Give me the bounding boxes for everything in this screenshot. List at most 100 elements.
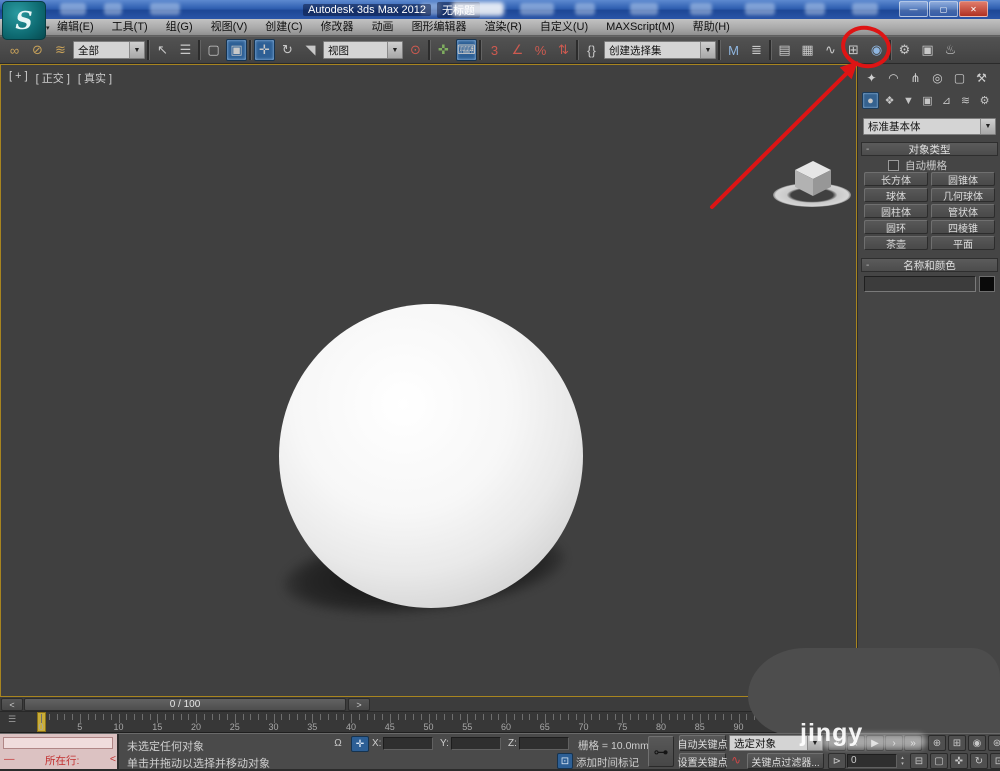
auto-key-button[interactable]: 自动关键点 xyxy=(679,735,726,751)
object-button-球体[interactable]: 球体 xyxy=(864,188,928,202)
menu-item[interactable]: 帮助(H) xyxy=(684,19,739,36)
select-and-move-icon[interactable]: ✛ xyxy=(254,39,275,61)
pan-icon[interactable]: ✜ xyxy=(950,753,968,769)
unlink-selection-icon[interactable]: ⊘ xyxy=(27,39,48,61)
angle-snap-icon[interactable]: ∠ xyxy=(507,39,528,61)
menu-item[interactable]: 渲染(R) xyxy=(476,19,531,36)
zoom-extents-icon[interactable]: ◉ xyxy=(968,735,986,751)
add-time-tag[interactable]: 添加时间标记 xyxy=(576,755,639,770)
viewport-menu-shading[interactable]: [ 真实 ] xyxy=(78,70,112,86)
object-button-四棱锥[interactable]: 四棱锥 xyxy=(931,220,995,234)
modify-tab[interactable]: ◠ xyxy=(884,68,903,87)
chevron-down-icon[interactable]: ▼ xyxy=(980,119,995,134)
spinner-down-icon[interactable]: ▾ xyxy=(901,761,904,767)
sphere-object[interactable] xyxy=(279,304,583,608)
spinner-snap-icon[interactable]: ⇅ xyxy=(553,39,574,61)
application-menu-button[interactable]: S xyxy=(2,1,46,40)
next-frame-button[interactable]: > xyxy=(348,698,370,711)
primitive-type-dropdown[interactable]: 标准基本体 ▼ xyxy=(863,118,996,135)
default-in-out-tangents-icon[interactable]: ∿ xyxy=(728,753,744,767)
layer-manager-icon[interactable]: ▤ xyxy=(774,39,795,61)
menu-item[interactable]: 图形编辑器 xyxy=(403,19,476,36)
set-key-button[interactable]: 设置关键点 xyxy=(679,753,726,769)
create-tab[interactable]: ✦ xyxy=(862,68,881,87)
curve-editor-icon[interactable]: ∿ xyxy=(820,39,841,61)
object-button-圆柱体[interactable]: 圆柱体 xyxy=(864,204,928,218)
zoom-all-icon[interactable]: ⊞ xyxy=(948,735,966,751)
maxscript-mini-listener[interactable]: — 所在行: < xyxy=(0,734,119,769)
chevron-down-icon[interactable]: ▼ xyxy=(387,42,402,58)
key-mode-toggle-icon[interactable]: ⊳ xyxy=(828,753,846,769)
viewport-menu-general[interactable]: [ + ] xyxy=(9,70,28,86)
select-and-link-icon[interactable]: ∞ xyxy=(4,39,25,61)
object-type-rollout[interactable]: - 对象类型 xyxy=(861,142,998,156)
keyboard-override-icon[interactable]: ⌨ xyxy=(456,39,477,61)
percent-snap-icon[interactable]: % xyxy=(530,39,551,61)
object-name-field[interactable] xyxy=(864,276,976,292)
object-button-管状体[interactable]: 管状体 xyxy=(931,204,995,218)
motion-tab[interactable]: ◎ xyxy=(928,68,947,87)
maximize-viewport-icon[interactable]: ⊡ xyxy=(990,753,1000,769)
listener-arrow[interactable]: < xyxy=(110,753,116,768)
menu-item[interactable]: 视图(V) xyxy=(202,19,257,36)
helpers-category[interactable]: ⊿ xyxy=(938,92,955,109)
select-and-rotate-icon[interactable]: ↻ xyxy=(277,39,298,61)
menu-item[interactable]: 编辑(E) xyxy=(48,19,103,36)
menu-item[interactable]: 自定义(U) xyxy=(531,19,597,36)
track-bar[interactable]: ☰ 05101520253035404550556065707580859095… xyxy=(0,712,857,733)
key-filters-button[interactable]: 关键点过滤器... xyxy=(747,753,824,769)
menu-item[interactable]: 动画 xyxy=(363,19,403,36)
select-manipulate-icon[interactable]: ✜ xyxy=(433,39,454,61)
rendered-frame-icon[interactable]: ▣ xyxy=(917,39,938,61)
material-editor-icon[interactable]: ◉ xyxy=(866,39,887,61)
close-button[interactable]: ✕ xyxy=(959,1,988,17)
object-button-长方体[interactable]: 长方体 xyxy=(864,172,928,186)
object-button-圆环[interactable]: 圆环 xyxy=(864,220,928,234)
rect-selection-region-icon[interactable]: ▢ xyxy=(203,39,224,61)
chevron-down-icon[interactable]: ▼ xyxy=(129,42,144,58)
frame-spinner[interactable]: ▴ ▾ xyxy=(898,754,907,768)
object-button-圆锥体[interactable]: 圆锥体 xyxy=(931,172,995,186)
name-color-rollout[interactable]: - 名称和颜色 xyxy=(861,258,998,272)
zoom-region-icon[interactable]: ▢ xyxy=(930,753,948,769)
orbit-icon[interactable]: ↻ xyxy=(970,753,988,769)
menu-item[interactable]: 修改器 xyxy=(312,19,363,36)
use-pivot-center-icon[interactable]: ⊙ xyxy=(405,39,426,61)
zoom-icon[interactable]: ⊕ xyxy=(928,735,946,751)
selection-filter-dropdown[interactable]: 全部▼ xyxy=(73,41,145,59)
mirror-icon[interactable]: M xyxy=(723,39,744,61)
systems-category[interactable]: ⚙ xyxy=(976,92,993,109)
maximize-button[interactable]: ▢ xyxy=(929,1,958,17)
object-button-几何球体[interactable]: 几何球体 xyxy=(931,188,995,202)
graphite-toggle-icon[interactable]: ▦ xyxy=(797,39,818,61)
snap-3d-icon[interactable]: 3 xyxy=(484,39,505,61)
select-and-scale-icon[interactable]: ◥ xyxy=(300,39,321,61)
schematic-view-icon[interactable]: ⊞ xyxy=(843,39,864,61)
viewcube[interactable] xyxy=(771,161,857,209)
geometry-category[interactable]: ● xyxy=(862,92,879,109)
z-coordinate-field[interactable] xyxy=(519,737,569,750)
align-icon[interactable]: ≣ xyxy=(746,39,767,61)
menu-item[interactable]: MAXScript(M) xyxy=(597,19,683,36)
isolate-icon[interactable]: ⊟ xyxy=(910,753,928,769)
menu-item[interactable]: 工具(T) xyxy=(103,19,157,36)
time-tag-icon[interactable]: ⊡ xyxy=(557,753,573,769)
edit-named-selsets-icon[interactable]: {} xyxy=(581,39,602,61)
zoom-extents-all-icon[interactable]: ⊛ xyxy=(988,735,1000,751)
utilities-tab[interactable]: ⚒ xyxy=(972,68,991,87)
set-keys-button[interactable]: ⊶ xyxy=(648,736,674,767)
time-slider-handle[interactable]: 0 / 100 xyxy=(24,698,346,711)
ref-coord-dropdown[interactable]: 视图▼ xyxy=(323,41,403,59)
window-crossing-icon[interactable]: ▣ xyxy=(226,39,247,61)
bind-to-spacewarp-icon[interactable]: ≋ xyxy=(50,39,71,61)
lights-category[interactable]: ▼ xyxy=(900,92,917,109)
maxscript-input-field[interactable] xyxy=(3,737,113,749)
select-by-name-icon[interactable]: ☰ xyxy=(175,39,196,61)
trackbar-mini-icon[interactable]: ☰ xyxy=(8,714,16,725)
x-coordinate-field[interactable] xyxy=(383,737,433,750)
shapes-category[interactable]: ❖ xyxy=(881,92,898,109)
hierarchy-tab[interactable]: ⋔ xyxy=(906,68,925,87)
object-button-平面[interactable]: 平面 xyxy=(931,236,995,250)
previous-frame-button[interactable]: < xyxy=(1,698,23,711)
collapse-icon[interactable]: - xyxy=(866,144,869,155)
